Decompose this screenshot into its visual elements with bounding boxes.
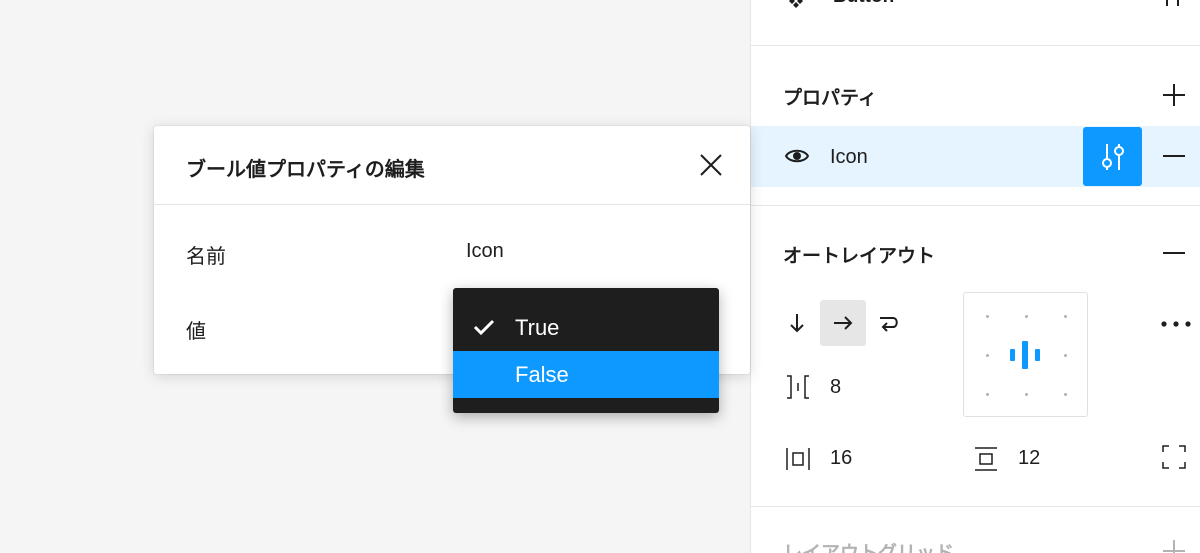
gap-value[interactable]: 8	[830, 376, 841, 399]
direction-vertical-button[interactable]	[774, 300, 820, 346]
dropdown-option-true[interactable]: True	[453, 304, 719, 351]
value-dropdown-menu: True False	[453, 288, 719, 413]
component-name: Button	[833, 0, 894, 8]
align-dot[interactable]	[1025, 393, 1028, 396]
more-options-icon[interactable]	[1159, 312, 1193, 336]
properties-section-title: プロパティ	[783, 88, 877, 109]
arrow-right-icon	[834, 316, 853, 330]
component-row[interactable]: Button	[751, 0, 1200, 16]
plus-icon[interactable]	[1161, 82, 1187, 108]
eye-icon	[785, 149, 809, 163]
properties-panel: Button プロパティ Icon	[750, 0, 1200, 553]
direction-wrap-button[interactable]	[866, 300, 912, 346]
close-icon[interactable]	[698, 152, 724, 178]
dialog-title: ブール値プロパティの編集	[186, 159, 425, 181]
arrow-down-icon	[790, 314, 804, 333]
checkmark-icon	[473, 319, 495, 336]
dialog-header: ブール値プロパティの編集	[154, 126, 750, 205]
vertical-padding-value[interactable]: 12	[1018, 447, 1040, 470]
layout-grid-section-title: レイアウトグリッド	[783, 538, 954, 553]
direction-horizontal-button[interactable]	[820, 300, 866, 346]
divider	[751, 205, 1200, 206]
dropdown-option-label: False	[515, 362, 569, 387]
align-dot[interactable]	[986, 393, 989, 396]
property-name: Icon	[830, 146, 868, 168]
align-dot[interactable]	[1025, 315, 1028, 318]
minus-icon[interactable]	[1161, 143, 1187, 169]
dropdown-option-label: True	[515, 315, 560, 340]
independent-padding-icon[interactable]	[1161, 444, 1187, 470]
align-dot[interactable]	[1064, 354, 1067, 357]
wrap-icon	[880, 317, 898, 332]
align-dot[interactable]	[986, 354, 989, 357]
dropdown-option-false[interactable]: False	[453, 351, 719, 398]
property-row-icon[interactable]: Icon	[751, 126, 1200, 187]
horizontal-padding-icon	[786, 448, 810, 470]
adjust-icon[interactable]	[1161, 0, 1185, 12]
auto-layout-section-title: オートレイアウト	[783, 246, 936, 267]
name-label: 名前	[186, 246, 226, 268]
divider	[751, 45, 1200, 46]
align-dot[interactable]	[1064, 393, 1067, 396]
component-icon	[789, 0, 803, 8]
gap-icon	[787, 375, 809, 399]
align-dot[interactable]	[1064, 315, 1067, 318]
value-label: 値	[186, 321, 206, 343]
align-dot[interactable]	[986, 315, 989, 318]
minus-icon[interactable]	[1161, 240, 1187, 266]
alignment-grid[interactable]	[963, 292, 1088, 417]
align-center-icon	[1010, 341, 1040, 369]
divider	[751, 506, 1200, 507]
plus-icon[interactable]	[1161, 538, 1187, 553]
edit-property-button[interactable]	[1083, 127, 1142, 186]
vertical-padding-icon	[975, 447, 997, 471]
name-input[interactable]: Icon	[466, 240, 504, 263]
horizontal-padding-value[interactable]: 16	[830, 447, 852, 470]
sliders-icon	[1102, 144, 1124, 170]
